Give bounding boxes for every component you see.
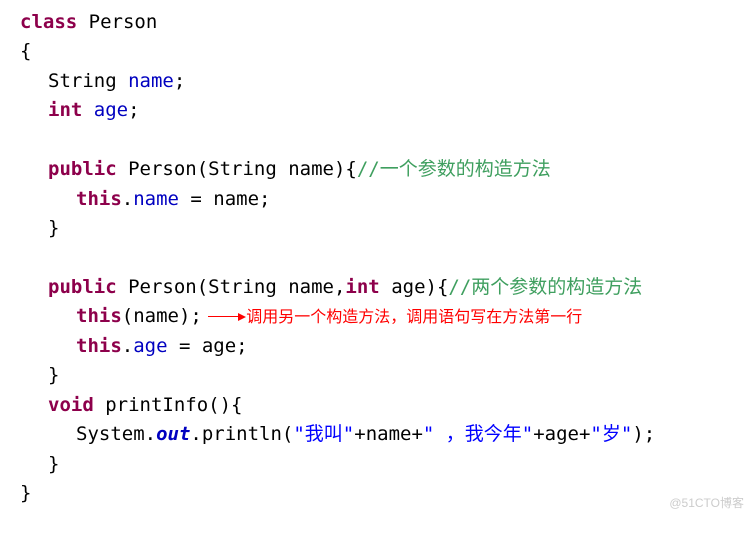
keyword-int: int <box>48 99 94 121</box>
keyword-void: void <box>48 394 94 416</box>
keyword-this: this <box>76 188 122 210</box>
keyword-public: public <box>48 276 117 298</box>
field-age-decl: int age; <box>20 96 730 125</box>
method-close: } <box>20 450 730 479</box>
watermark: @51CTO博客 <box>669 494 744 513</box>
field-name: name <box>128 70 174 92</box>
arrow-icon <box>213 302 246 331</box>
string-literal: " ，我今年" <box>423 423 533 445</box>
constructor-1-sig: public Person(String name){//一个参数的构造方法 <box>20 155 730 184</box>
constructor-2-line1: this(name); 调用另一个构造方法，调用语句写在方法第一行 <box>20 302 730 332</box>
code-line-class-decl: class Person <box>20 8 730 37</box>
field-age: age <box>94 99 128 121</box>
type-string: String <box>48 70 128 92</box>
constructor-1-close: } <box>20 214 730 243</box>
static-out: out <box>156 423 190 445</box>
annotation-text: 调用另一个构造方法，调用语句写在方法第一行 <box>246 310 582 327</box>
method-body: System.out.println("我叫"+name+" ，我今年"+age… <box>20 420 730 449</box>
constructor-2-line2: this.age = age; <box>20 332 730 361</box>
blank-line-2 <box>20 244 730 273</box>
keyword-class: class <box>20 11 77 33</box>
comment-1: //一个参数的构造方法 <box>357 158 551 180</box>
class-name: Person <box>77 11 157 33</box>
constructor-2-sig: public Person(String name,int age){//两个参… <box>20 273 730 302</box>
keyword-this: this <box>76 306 122 328</box>
brace-open: { <box>20 37 730 66</box>
string-literal: "我叫" <box>293 423 354 445</box>
keyword-this: this <box>76 335 122 357</box>
field-name-decl: String name; <box>20 67 730 96</box>
keyword-int: int <box>345 276 379 298</box>
constructor-1-body: this.name = name; <box>20 185 730 214</box>
keyword-public: public <box>48 158 117 180</box>
string-literal: "岁" <box>590 423 632 445</box>
method-sig: void printInfo(){ <box>20 391 730 420</box>
comment-2: //两个参数的构造方法 <box>448 276 642 298</box>
constructor-2-close: } <box>20 361 730 390</box>
brace-close: } <box>20 479 730 508</box>
blank-line <box>20 126 730 155</box>
